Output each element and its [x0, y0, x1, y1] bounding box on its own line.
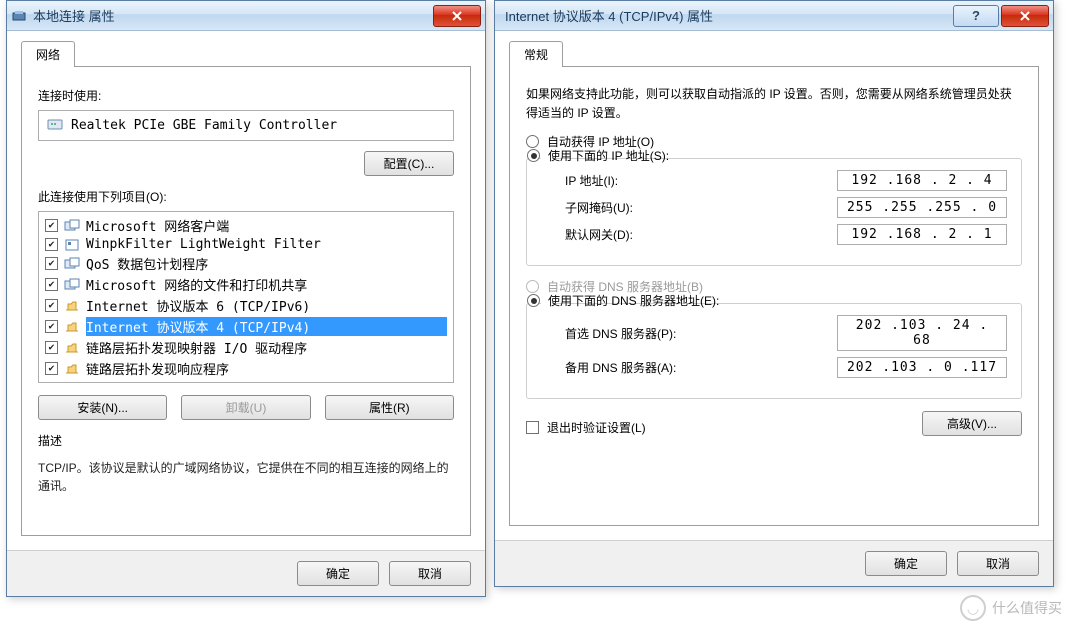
protocol-icon: [64, 362, 80, 376]
protocol-listbox[interactable]: ✔ Microsoft 网络客户端 ✔ WinpkFilter LightWeight…: [38, 211, 454, 383]
protocol-icon: [64, 299, 80, 313]
close-button[interactable]: [433, 5, 481, 27]
subnet-mask-input[interactable]: 255 .255 .255 . 0: [837, 197, 1007, 218]
item-checkbox[interactable]: ✔: [45, 362, 58, 375]
radio-manual-dns-label: 使用下面的 DNS 服务器地址(E):: [548, 292, 719, 309]
pref-dns-input[interactable]: 202 .103 . 24 . 68: [837, 315, 1007, 351]
properties-button[interactable]: 属性(R): [325, 395, 454, 420]
protocol-icon: [64, 257, 80, 271]
item-text: 链路层拓扑发现响应程序: [86, 359, 447, 378]
watermark: ◡ 什么值得买: [960, 595, 1062, 621]
item-text: Microsoft 网络客户端: [86, 216, 447, 235]
local-connection-properties-window: 本地连接 属性 网络 连接时使用: Realtek PCIe GBE Famil…: [6, 0, 486, 597]
ok-button[interactable]: 确定: [865, 551, 947, 576]
list-item[interactable]: ✔ 链路层拓扑发现映射器 I/O 驱动程序: [39, 337, 453, 358]
item-checkbox[interactable]: ✔: [45, 278, 58, 291]
protocol-icon: [64, 341, 80, 355]
item-checkbox[interactable]: ✔: [45, 257, 58, 270]
pref-dns-label: 首选 DNS 服务器(P):: [565, 325, 837, 342]
watermark-text: 什么值得买: [992, 598, 1062, 618]
ok-button[interactable]: 确定: [297, 561, 379, 586]
tab-network[interactable]: 网络: [21, 41, 75, 67]
smile-icon: ◡: [960, 595, 986, 621]
list-item[interactable]: ✔ WinpkFilter LightWeight Filter: [39, 236, 453, 253]
info-text: 如果网络支持此功能，则可以获取自动指派的 IP 设置。否则，您需要从网络系统管理…: [526, 85, 1022, 123]
validate-on-exit-label: 退出时验证设置(L): [547, 419, 646, 436]
alt-dns-input[interactable]: 202 .103 . 0 .117: [837, 357, 1007, 378]
item-text: Internet 协议版本 6 (TCP/IPv6): [86, 296, 447, 315]
item-text: QoS 数据包计划程序: [86, 254, 447, 273]
list-item[interactable]: ✔ 链路层拓扑发现响应程序: [39, 358, 453, 379]
protocol-icon: [64, 219, 80, 233]
validate-on-exit-checkbox[interactable]: [526, 421, 539, 434]
titlebar[interactable]: Internet 协议版本 4 (TCP/IPv4) 属性 ?: [495, 1, 1053, 31]
adapter-icon: [47, 116, 63, 135]
items-label: 此连接使用下列项目(O):: [38, 188, 454, 205]
uninstall-button[interactable]: 卸载(U): [181, 395, 310, 420]
item-text: Internet 协议版本 4 (TCP/IPv4): [86, 317, 447, 336]
item-checkbox[interactable]: ✔: [45, 299, 58, 312]
cancel-button[interactable]: 取消: [389, 561, 471, 586]
help-button[interactable]: ?: [953, 5, 999, 27]
protocol-icon: [64, 238, 80, 252]
default-gateway-input[interactable]: 192 .168 . 2 . 1: [837, 224, 1007, 245]
ip-address-label: IP 地址(I):: [565, 172, 837, 189]
item-checkbox[interactable]: ✔: [45, 320, 58, 333]
item-checkbox[interactable]: ✔: [45, 219, 58, 232]
radio-manual-ip-label: 使用下面的 IP 地址(S):: [548, 147, 669, 164]
window-title: Internet 协议版本 4 (TCP/IPv4) 属性: [499, 6, 953, 25]
list-item[interactable]: ✔ QoS 数据包计划程序: [39, 253, 453, 274]
dns-group: . 使用下面的 DNS 服务器地址(E): 首选 DNS 服务器(P): 202…: [526, 303, 1022, 399]
titlebar[interactable]: 本地连接 属性: [7, 1, 485, 31]
tab-general[interactable]: 常规: [509, 41, 563, 67]
radio-manual-dns[interactable]: 使用下面的 DNS 服务器地址(E):: [527, 292, 1007, 309]
cancel-button[interactable]: 取消: [957, 551, 1039, 576]
connect-using-label: 连接时使用:: [38, 87, 454, 104]
list-item[interactable]: ✔ Microsoft 网络客户端: [39, 215, 453, 236]
alt-dns-label: 备用 DNS 服务器(A):: [565, 359, 837, 376]
adapter-name: Realtek PCIe GBE Family Controller: [71, 118, 337, 133]
list-item[interactable]: ✔ Internet 协议版本 4 (TCP/IPv4): [39, 316, 453, 337]
ip-address-input[interactable]: 192 .168 . 2 . 4: [837, 170, 1007, 191]
install-button[interactable]: 安装(N)...: [38, 395, 167, 420]
item-text: 链路层拓扑发现映射器 I/O 驱动程序: [86, 338, 447, 357]
protocol-icon: [64, 320, 80, 334]
item-checkbox[interactable]: ✔: [45, 341, 58, 354]
description-label: 描述: [38, 432, 454, 449]
list-item[interactable]: ✔ Internet 协议版本 6 (TCP/IPv6): [39, 295, 453, 316]
list-item[interactable]: ✔ Microsoft 网络的文件和打印机共享: [39, 274, 453, 295]
item-checkbox[interactable]: ✔: [45, 238, 58, 251]
default-gateway-label: 默认网关(D):: [565, 226, 837, 243]
item-text: WinpkFilter LightWeight Filter: [86, 237, 447, 252]
protocol-icon: [64, 278, 80, 292]
description-text: TCP/IP。该协议是默认的广域网络协议，它提供在不同的相互连接的网络上的通讯。: [38, 459, 454, 495]
item-text: Microsoft 网络的文件和打印机共享: [86, 275, 447, 294]
ipv4-properties-window: Internet 协议版本 4 (TCP/IPv4) 属性 ? 常规 如果网络支…: [494, 0, 1054, 587]
close-button[interactable]: [1001, 5, 1049, 27]
advanced-button[interactable]: 高级(V)...: [922, 411, 1022, 436]
ip-group: . 使用下面的 IP 地址(S): IP 地址(I): 192 .168 . 2…: [526, 158, 1022, 266]
adapter-field: Realtek PCIe GBE Family Controller: [38, 110, 454, 141]
window-title: 本地连接 属性: [33, 6, 433, 25]
client-area: 网络 连接时使用: Realtek PCIe GBE Family Contro…: [7, 31, 485, 550]
radio-manual-ip[interactable]: 使用下面的 IP 地址(S):: [527, 147, 1007, 164]
subnet-mask-label: 子网掩码(U):: [565, 199, 837, 216]
configure-button[interactable]: 配置(C)...: [364, 151, 454, 176]
network-adapter-icon: [11, 8, 27, 24]
